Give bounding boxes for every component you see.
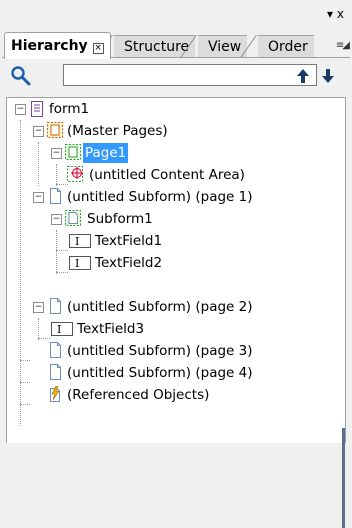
tab-hierarchy-label: Hierarchy [11, 38, 88, 54]
hierarchy-panel: ▾ x Hierarchy × Structure View Order ≡◢ [0, 0, 352, 528]
svg-text:I: I [57, 323, 61, 336]
tab-view[interactable]: View [198, 35, 248, 58]
form-icon [31, 101, 43, 117]
panel-tabs: Hierarchy × Structure View Order ≡◢ [2, 30, 350, 59]
tab-order-label: Order [268, 39, 308, 55]
tree-item-label: (untitled Subform) (page 4) [67, 365, 253, 381]
svg-text:I: I [75, 257, 79, 270]
tab-structure-label: Structure [124, 39, 190, 55]
tab-view-label: View [208, 39, 242, 55]
tree-item-label: TextField3 [77, 321, 145, 337]
arrow-up-icon[interactable] [296, 68, 310, 84]
tree-item-label: TextField2 [95, 255, 163, 271]
subform-page-icon [50, 342, 61, 358]
collapse-icon[interactable]: − [33, 302, 44, 313]
scrollbar-edge[interactable] [342, 428, 345, 528]
tree-item-subform-page2[interactable]: − (untitled Subform) (page 2) [7, 296, 337, 318]
tree-item-textfield1[interactable]: I TextField1 [7, 230, 337, 252]
tree-item-form1[interactable]: − form1 [7, 98, 337, 120]
tab-order[interactable]: Order [258, 35, 314, 58]
textfield-icon: I [69, 234, 91, 248]
tree-item-label: (Referenced Objects) [67, 387, 210, 403]
collapse-icon[interactable]: − [51, 148, 62, 159]
tree-item-textfield2[interactable]: I TextField2 [7, 252, 337, 274]
master-pages-icon [47, 122, 63, 138]
collapse-icon[interactable]: − [51, 214, 62, 225]
tree-item-subform-page3[interactable]: (untitled Subform) (page 3) [7, 340, 337, 362]
tree-item-label: (untitled Content Area) [89, 167, 245, 183]
tree-item-label: (untitled Subform) (page 2) [67, 299, 253, 315]
tree-item-label: form1 [49, 101, 90, 117]
tree-item-subform-page4[interactable]: (untitled Subform) (page 4) [7, 362, 337, 384]
page-icon [65, 144, 81, 160]
tree-item-label: Subform1 [87, 211, 153, 227]
textfield-icon: I [69, 256, 91, 270]
collapse-icon[interactable]: − [33, 192, 44, 203]
tree-item-referenced-objects[interactable]: (Referenced Objects) [7, 384, 337, 406]
collapse-icon[interactable]: − [33, 126, 44, 137]
search-toolbar [0, 58, 352, 94]
search-icon[interactable] [10, 65, 32, 87]
tree-item-label: Page1 [83, 143, 129, 163]
tree-item-subform-page1[interactable]: − (untitled Subform) (page 1) [7, 186, 337, 208]
subform-page-icon [50, 364, 61, 380]
tab-hierarchy[interactable]: Hierarchy × [4, 32, 111, 59]
tree-item-content-area[interactable]: (untitled Content Area) [7, 164, 337, 186]
subform-icon [65, 210, 81, 226]
tree-item-label: (untitled Subform) (page 1) [67, 189, 253, 205]
panel-menu-button[interactable]: ▾ x [327, 7, 344, 21]
tree-item-textfield3[interactable]: I TextField3 [7, 318, 337, 340]
panel-titlebar: ▾ x [0, 0, 352, 28]
svg-text:I: I [75, 235, 79, 248]
subform-page-icon [50, 298, 61, 314]
tree-item-label: (Master Pages) [67, 123, 168, 139]
tree-item-label: (untitled Subform) (page 3) [67, 343, 253, 359]
close-icon[interactable]: × [92, 43, 104, 54]
textfield-icon: I [51, 322, 73, 336]
subform-page-icon [50, 188, 61, 204]
tree-item-page1[interactable]: − Page1 [7, 142, 337, 164]
referenced-objects-icon [50, 386, 60, 402]
tree-item-label: TextField1 [95, 233, 163, 249]
tree-item-subform1[interactable]: − Subform1 [7, 208, 337, 230]
tree-item-master-pages[interactable]: − (Master Pages) [7, 120, 337, 142]
hierarchy-tree: − form1 − (Master Pages) − Page1 (untitl… [6, 97, 346, 528]
collapse-icon[interactable]: − [15, 104, 26, 115]
search-input[interactable] [63, 64, 317, 86]
content-area-icon [67, 166, 83, 182]
tab-overflow-menu-icon[interactable]: ≡◢ [336, 40, 350, 51]
arrow-down-icon[interactable] [321, 68, 335, 84]
